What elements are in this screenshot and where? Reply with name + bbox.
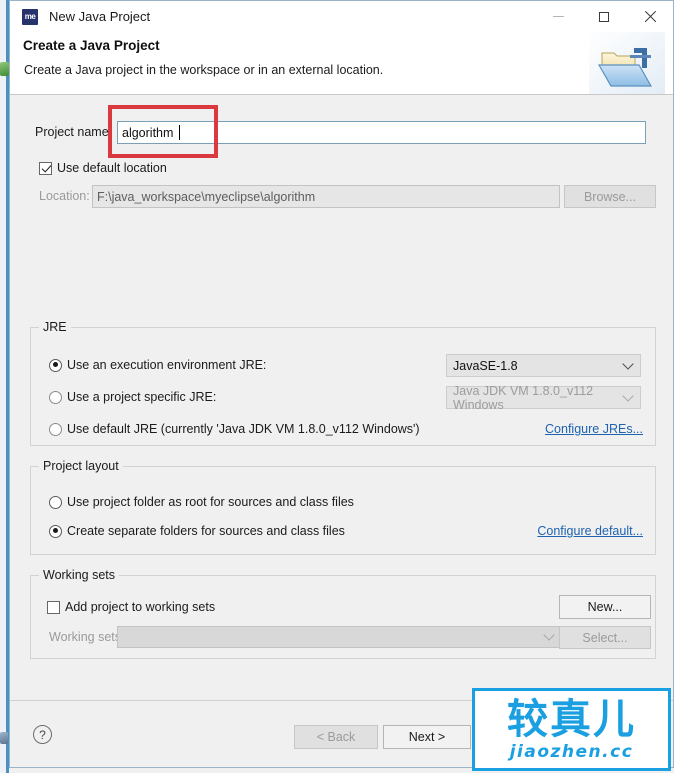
title-bar: me New Java Project (10, 1, 673, 32)
use-default-location-row[interactable]: Use default location (39, 161, 167, 175)
page-title: Create a Java Project (23, 38, 160, 53)
add-project-to-working-sets-row[interactable]: Add project to working sets (47, 600, 215, 614)
next-button[interactable]: Next > (383, 725, 471, 749)
new-java-project-dialog: me New Java Project Create a Java Projec… (9, 0, 674, 768)
jre-option-execution-environment[interactable]: Use an execution environment JRE: (49, 358, 266, 372)
screenshot-root: me New Java Project Create a Java Projec… (0, 0, 674, 773)
jre-project-specific-label: Use a project specific JRE: (67, 390, 217, 404)
working-sets-group: Working sets Add project to working sets… (30, 568, 656, 659)
wizard-content: Project name: Use default location Locat… (10, 95, 673, 702)
add-project-to-working-sets-checkbox[interactable] (47, 600, 60, 614)
maximize-button[interactable] (581, 1, 627, 32)
execution-environment-dropdown[interactable]: JavaSE-1.8 (446, 354, 641, 377)
text-caret (179, 125, 180, 140)
close-icon (644, 10, 657, 23)
add-project-to-working-sets-label: Add project to working sets (65, 600, 216, 614)
jre-default-label: Use default JRE (currently 'Java JDK VM … (67, 422, 420, 436)
layout-option-separate-folders[interactable]: Create separate folders for sources and … (49, 524, 345, 538)
project-name-input[interactable] (117, 121, 646, 144)
myeclipse-icon-text: me (24, 11, 36, 21)
working-sets-dropdown (117, 626, 562, 648)
myeclipse-icon: me (22, 8, 38, 25)
close-button[interactable] (627, 1, 673, 32)
project-name-label: Project name: (35, 125, 113, 139)
maximize-icon (599, 11, 609, 22)
project-layout-group: Project layout Use project folder as roo… (30, 459, 656, 555)
jre-option-project-specific[interactable]: Use a project specific JRE: (49, 390, 216, 404)
jre-group-title: JRE (39, 320, 71, 334)
watermark: 较真儿 jiaozhen.cc (472, 688, 671, 771)
watermark-site-text: jiaozhen.cc (509, 741, 634, 762)
watermark-chinese-text: 较真儿 (507, 694, 636, 743)
working-sets-label: Working sets: (49, 630, 125, 644)
jre-group: JRE Use an execution environment JRE: Ja… (30, 320, 656, 446)
working-sets-group-title: Working sets (39, 568, 120, 582)
configure-jres-link[interactable]: Configure JREs... (545, 422, 643, 436)
jre-execution-environment-label: Use an execution environment JRE: (67, 358, 267, 372)
chevron-down-icon (543, 629, 555, 641)
layout-option-project-folder-root[interactable]: Use project folder as root for sources a… (49, 495, 354, 509)
help-icon[interactable]: ? (33, 725, 52, 744)
location-row: Location: Browse... (10, 185, 673, 208)
layout-separate-folders-label: Create separate folders for sources and … (67, 524, 345, 538)
configure-default-link[interactable]: Configure default... (537, 524, 643, 538)
chevron-down-icon (622, 357, 634, 370)
background-icon-bottom (0, 732, 8, 744)
jre-project-specific-radio[interactable] (49, 390, 62, 404)
java-project-folder-icon (589, 32, 665, 94)
project-name-row: Project name: (10, 121, 673, 145)
minimize-icon (552, 16, 564, 17)
window-title: New Java Project (49, 9, 151, 24)
execution-environment-value: JavaSE-1.8 (453, 358, 518, 373)
select-working-set-button: Select... (559, 626, 651, 649)
background-icon-top (0, 62, 9, 76)
use-default-location-checkbox[interactable] (39, 161, 52, 175)
browse-button: Browse... (564, 185, 656, 208)
wizard-header: Create a Java Project Create a Java proj… (10, 32, 673, 95)
jre-option-default[interactable]: Use default JRE (currently 'Java JDK VM … (49, 422, 420, 436)
window-controls (535, 1, 673, 32)
layout-project-folder-label: Use project folder as root for sources a… (67, 495, 354, 509)
project-specific-jre-value: Java JDK VM 1.8.0_v112 Windows (453, 383, 594, 412)
location-input (92, 185, 560, 208)
layout-separate-folders-radio[interactable] (49, 524, 62, 538)
back-button: < Back (294, 725, 378, 749)
page-description: Create a Java project in the workspace o… (24, 63, 384, 77)
minimize-button[interactable] (535, 1, 581, 32)
project-layout-group-title: Project layout (39, 459, 123, 473)
new-working-set-button[interactable]: New... (559, 595, 651, 619)
project-specific-jre-dropdown: Java JDK VM 1.8.0_v112 Windows (446, 383, 641, 412)
location-label: Location: (39, 189, 90, 203)
jre-default-radio[interactable] (49, 422, 62, 436)
jre-execution-environment-radio[interactable] (49, 358, 62, 372)
layout-project-folder-radio[interactable] (49, 495, 62, 509)
use-default-location-label: Use default location (57, 161, 167, 175)
